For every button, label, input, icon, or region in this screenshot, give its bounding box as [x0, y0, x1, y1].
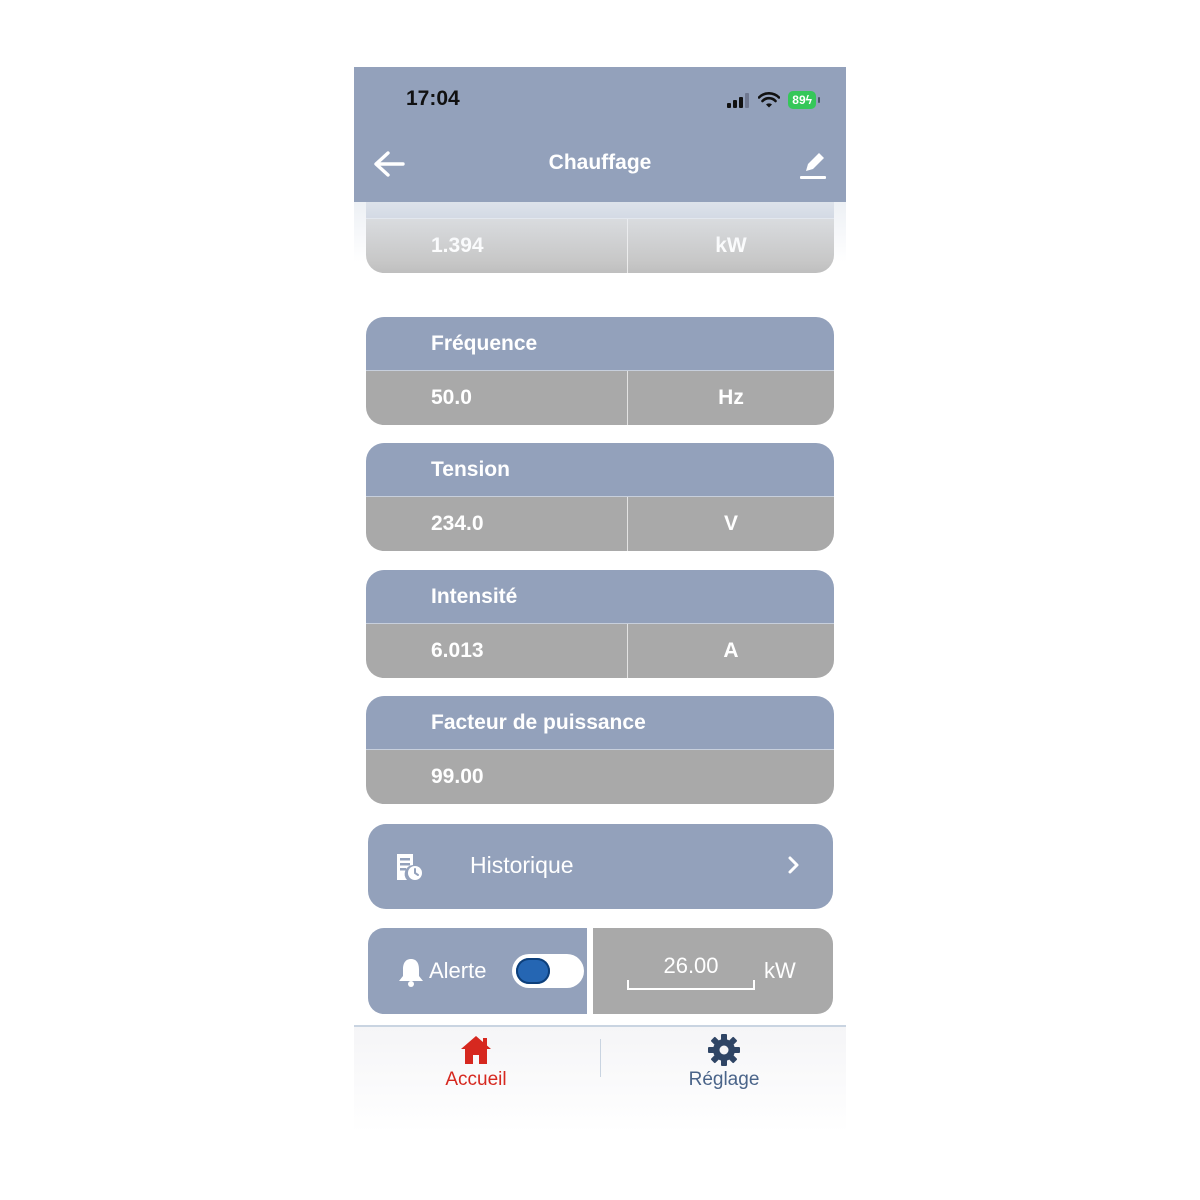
card-label: Fréquence	[366, 317, 834, 371]
card-facteur-puissance: Facteur de puissance 99.00	[366, 696, 834, 804]
card-tension: Tension 234.0 V	[366, 443, 834, 551]
card-value-row: 234.0 V	[366, 497, 834, 551]
card-value: 234.0	[366, 497, 628, 551]
card-unit: A	[723, 639, 739, 662]
card-label: Tension	[366, 443, 834, 497]
tab-label: Accueil	[445, 1069, 507, 1090]
card-label: Intensité	[366, 570, 834, 624]
signal-icon	[727, 93, 750, 108]
tab-label: Réglage	[688, 1069, 760, 1090]
threshold-input-underline	[627, 980, 755, 990]
pencil-icon	[800, 153, 826, 179]
phone-screen: Puissance 1.394 kW Fréquence 50.0 Hz Ten…	[354, 67, 846, 1133]
alert-toggle[interactable]	[512, 954, 584, 988]
card-unit: Hz	[718, 386, 744, 409]
edit-button[interactable]	[798, 149, 828, 181]
history-button[interactable]: Historique	[368, 824, 833, 909]
history-label: Historique	[470, 852, 574, 878]
alert-panel: Alerte	[368, 928, 587, 1014]
bell-icon	[399, 959, 423, 987]
tab-accueil[interactable]: Accueil	[396, 1033, 556, 1103]
alert-label: Alerte	[429, 958, 487, 983]
card-value: 50.0	[366, 371, 628, 425]
battery-level: 89	[792, 93, 806, 107]
card-unit: V	[723, 512, 738, 535]
tab-divider	[600, 1039, 601, 1077]
toggle-knob	[516, 958, 550, 984]
gear-icon	[708, 1034, 740, 1066]
tab-reglage[interactable]: Réglage	[644, 1033, 804, 1103]
app-header: 17:04 89ϟ Chauffage	[354, 67, 846, 202]
card-value-row: 6.013 A	[366, 624, 834, 678]
threshold-unit: kW	[764, 958, 796, 983]
card-value: 6.013	[366, 624, 628, 678]
threshold-panel: 26.00 kW	[593, 928, 833, 1014]
card-unit: kW	[715, 234, 747, 257]
card-frequence: Fréquence 50.0 Hz	[366, 317, 834, 425]
card-label: Facteur de puissance	[366, 696, 834, 750]
charging-icon: ϟ	[805, 93, 812, 107]
home-icon	[461, 1036, 491, 1064]
status-icons: 89ϟ	[726, 89, 820, 111]
wifi-icon	[758, 92, 781, 108]
battery-indicator: 89ϟ	[788, 91, 820, 109]
chevron-right-icon	[788, 856, 799, 874]
card-value-row: 99.00	[366, 750, 834, 804]
card-intensite: Intensité 6.013 A	[366, 570, 834, 678]
card-value-row: 1.394 kW	[366, 219, 834, 273]
history-document-icon	[397, 854, 422, 880]
card-value-row: 50.0 Hz	[366, 371, 834, 425]
page-title: Chauffage	[548, 151, 652, 174]
card-value: 99.00	[431, 765, 484, 788]
status-time: 17:04	[406, 87, 460, 110]
card-value: 1.394	[366, 219, 628, 273]
tab-bar: Accueil Réglage	[354, 1025, 846, 1133]
